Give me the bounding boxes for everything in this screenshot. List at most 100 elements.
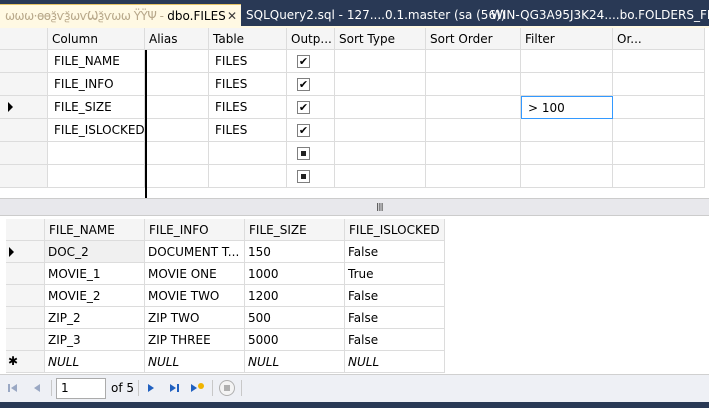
result-header-file-name[interactable]: FILE_NAME	[45, 219, 145, 241]
cell-filter[interactable]	[521, 73, 613, 96]
column-header-sort-order[interactable]: Sort Order	[426, 28, 521, 50]
row-selector[interactable]	[0, 142, 48, 165]
cell-or[interactable]	[613, 165, 705, 188]
cell-filter[interactable]	[521, 50, 613, 73]
column-header-output[interactable]: Outp...	[287, 28, 335, 50]
cell-alias[interactable]	[145, 96, 209, 119]
table-cell[interactable]: ZIP TWO	[145, 307, 245, 329]
table-cell-null[interactable]: NULL	[245, 351, 345, 373]
output-checkbox[interactable]: ✔	[297, 78, 310, 91]
cell-table[interactable]: FILES	[209, 50, 287, 73]
row-selector[interactable]	[0, 73, 48, 96]
output-checkbox-indeterminate[interactable]	[297, 147, 310, 160]
output-checkbox-indeterminate[interactable]	[297, 170, 310, 183]
cell-or[interactable]	[613, 50, 705, 73]
output-checkbox[interactable]: ✔	[297, 55, 310, 68]
row-selector[interactable]	[0, 165, 48, 188]
cell-column[interactable]: FILE_NAME	[48, 50, 145, 73]
column-header-table[interactable]: Table	[209, 28, 287, 50]
cell-table[interactable]	[209, 165, 287, 188]
last-page-icon[interactable]	[167, 381, 181, 395]
cell-table[interactable]: FILES	[209, 96, 287, 119]
cell-sort-type[interactable]	[335, 96, 426, 119]
cell-sort-type[interactable]	[335, 73, 426, 96]
row-selector[interactable]	[6, 307, 45, 329]
table-cell-null[interactable]: NULL	[45, 351, 145, 373]
filter-edit-field[interactable]: > 100	[521, 96, 613, 119]
output-checkbox[interactable]: ✔	[297, 124, 310, 137]
table-cell[interactable]: True	[345, 263, 445, 285]
cell-column[interactable]	[48, 142, 145, 165]
table-cell[interactable]: MOVIE_1	[45, 263, 145, 285]
close-icon[interactable]: ✕	[227, 5, 237, 28]
cell-or[interactable]	[613, 142, 705, 165]
table-cell[interactable]: ZIP THREE	[145, 329, 245, 351]
cell-filter[interactable]	[521, 119, 613, 142]
cell-alias[interactable]	[145, 73, 209, 96]
next-page-icon[interactable]	[144, 381, 158, 395]
cell-column[interactable]: FILE_ISLOCKED	[48, 119, 145, 142]
horizontal-scrollbar[interactable]: III	[0, 198, 709, 216]
stop-icon[interactable]	[219, 380, 235, 396]
cell-column[interactable]	[48, 165, 145, 188]
result-header-file-islocked[interactable]: FILE_ISLOCKED	[345, 219, 445, 241]
page-number-input[interactable]: 1	[56, 378, 106, 399]
cell-or[interactable]	[613, 96, 705, 119]
result-header-file-size[interactable]: FILE_SIZE	[245, 219, 345, 241]
cell-sort-order[interactable]	[426, 73, 521, 96]
table-cell[interactable]: 150	[245, 241, 345, 263]
column-header-sort-type[interactable]: Sort Type	[335, 28, 426, 50]
row-selector[interactable]	[6, 329, 45, 351]
table-cell[interactable]: ZIP_3	[45, 329, 145, 351]
cell-sort-type[interactable]	[335, 142, 426, 165]
cell-sort-order[interactable]	[426, 50, 521, 73]
cell-column[interactable]: FILE_SIZE	[48, 96, 145, 119]
table-cell-null[interactable]: NULL	[145, 351, 245, 373]
table-cell[interactable]: False	[345, 285, 445, 307]
cell-alias[interactable]	[145, 119, 209, 142]
first-page-icon[interactable]	[6, 381, 20, 395]
column-header-column[interactable]: Column	[48, 28, 145, 50]
row-selector[interactable]	[0, 96, 48, 119]
output-checkbox[interactable]: ✔	[297, 101, 310, 114]
column-header-alias[interactable]: Alias	[145, 28, 209, 50]
tab-folders-files[interactable]: WIN-QG3A95J3K24....bo.FOLDERS_FILES	[486, 4, 709, 27]
result-header-file-info[interactable]: FILE_INFO	[145, 219, 245, 241]
table-cell[interactable]: 1000	[245, 263, 345, 285]
cell-table[interactable]: FILES	[209, 119, 287, 142]
row-selector[interactable]	[0, 119, 48, 142]
cell-filter[interactable]	[521, 165, 613, 188]
row-selector[interactable]	[0, 50, 48, 73]
cell-sort-order[interactable]	[426, 165, 521, 188]
cell-sort-type[interactable]	[335, 165, 426, 188]
cell-or[interactable]	[613, 119, 705, 142]
cell-sort-type[interactable]	[335, 50, 426, 73]
cell-table[interactable]: FILES	[209, 73, 287, 96]
column-header-or[interactable]: Or...	[613, 28, 705, 50]
cell-table[interactable]	[209, 142, 287, 165]
table-cell[interactable]: MOVIE TWO	[145, 285, 245, 307]
table-cell[interactable]: MOVIE_2	[45, 285, 145, 307]
row-selector[interactable]	[6, 263, 45, 285]
tab-dbo-files[interactable]: ѡѡѡ·ѳѳѯѵѯѡѵѠѯѵѡѡ ΫΫΨ - dbo.FILES ✕	[0, 4, 241, 27]
cell-column[interactable]: FILE_INFO	[48, 73, 145, 96]
previous-page-icon[interactable]	[30, 381, 44, 395]
table-cell[interactable]: MOVIE ONE	[145, 263, 245, 285]
table-cell[interactable]: 5000	[245, 329, 345, 351]
cell-sort-type[interactable]	[335, 119, 426, 142]
table-cell[interactable]: 500	[245, 307, 345, 329]
table-cell[interactable]: 1200	[245, 285, 345, 307]
row-selector[interactable]	[6, 241, 45, 263]
row-selector[interactable]: ✱	[6, 351, 45, 373]
table-cell[interactable]: DOCUMENT T...	[145, 241, 245, 263]
cell-alias[interactable]	[145, 50, 209, 73]
cell-alias[interactable]	[145, 165, 209, 188]
new-row-icon[interactable]	[189, 381, 204, 395]
column-header-filter[interactable]: Filter	[521, 28, 613, 50]
cell-sort-order[interactable]	[426, 96, 521, 119]
tab-sqlquery2[interactable]: SQLQuery2.sql - 127....0.1.master (sa (5…	[241, 4, 505, 27]
scrollbar-grip-icon[interactable]: III	[376, 201, 384, 214]
table-cell[interactable]: False	[345, 329, 445, 351]
table-cell[interactable]: False	[345, 307, 445, 329]
table-cell[interactable]: ZIP_2	[45, 307, 145, 329]
